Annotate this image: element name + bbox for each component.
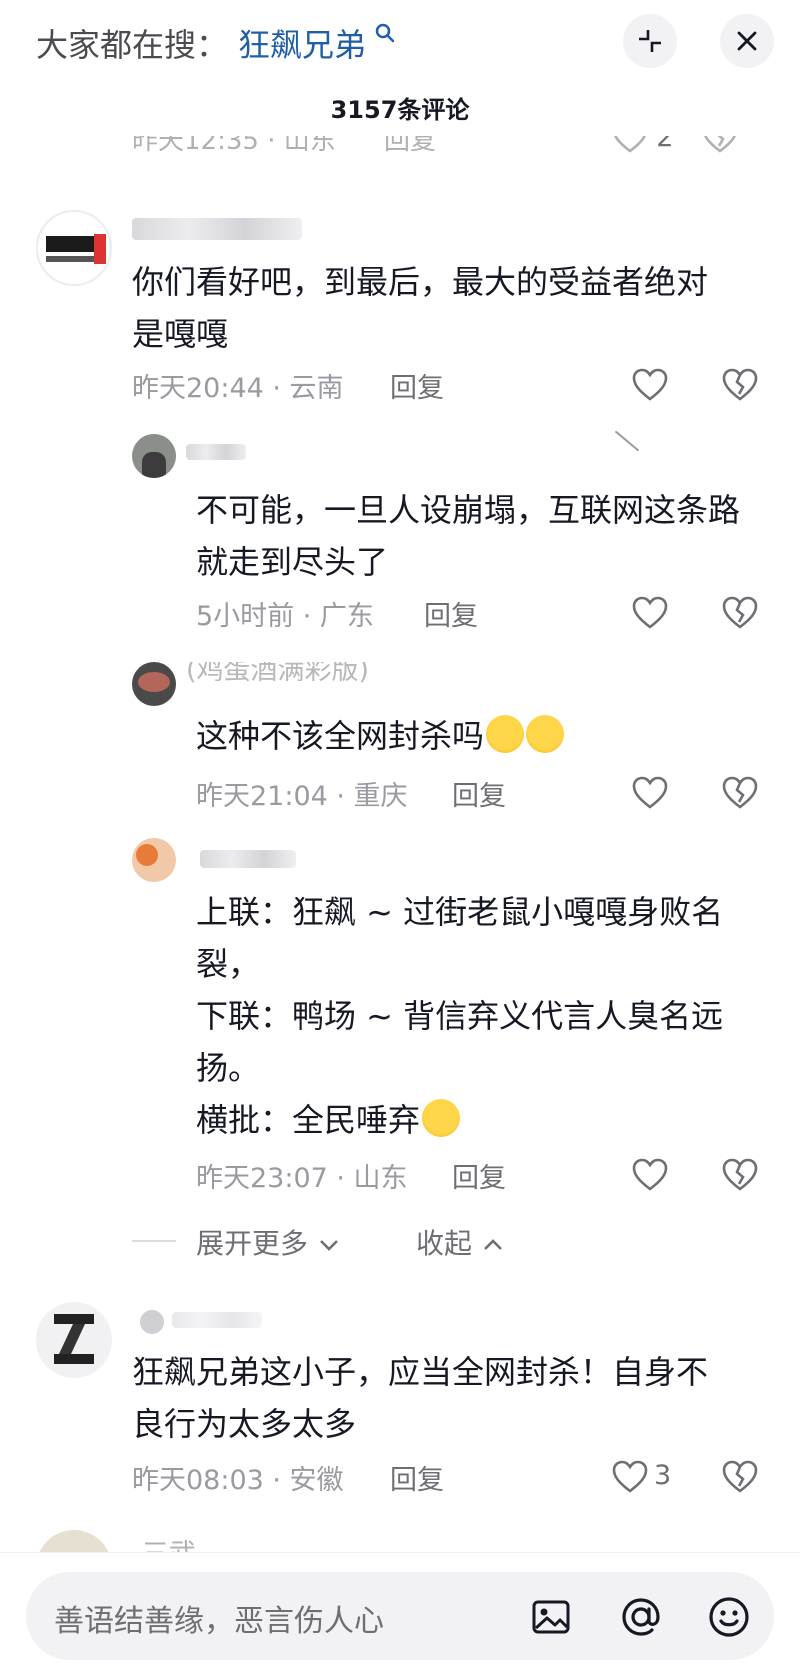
- comment-text: 不可能，一旦人设崩塌，互联网这条路 就走到尽头了: [196, 491, 741, 581]
- broken-heart-icon[interactable]: [722, 776, 758, 810]
- trending-search-term[interactable]: 狂飙兄弟: [238, 20, 366, 66]
- user-badge: [140, 1310, 164, 1334]
- reply-button[interactable]: 回复: [390, 1458, 444, 1497]
- thread-divider: [132, 1240, 176, 1242]
- chevron-down-icon: [320, 1240, 338, 1251]
- broken-heart-icon[interactable]: [722, 1158, 758, 1192]
- heart-icon[interactable]: [632, 368, 668, 402]
- heart-icon[interactable]: [632, 1158, 668, 1192]
- expand-more-button[interactable]: 展开更多: [196, 1222, 341, 1262]
- divider: [614, 430, 640, 452]
- reply-button[interactable]: 回复: [424, 594, 478, 633]
- trending-search-label: 大家都在搜：: [36, 26, 229, 64]
- comment-time-location: 昨天08:03 · 安徽: [132, 1465, 344, 1496]
- partial-comment-meta: 昨天12:35 · 山东 回复 2: [132, 136, 772, 170]
- avatar[interactable]: [36, 210, 112, 286]
- heart-icon[interactable]: [632, 776, 668, 810]
- comment-time-location: 昨天23:07 · 山东: [196, 1163, 408, 1194]
- username-blurred[interactable]: [172, 1312, 262, 1328]
- close-button[interactable]: [720, 14, 774, 68]
- laugh-cry-emoji: [486, 715, 525, 753]
- broken-heart-icon[interactable]: [722, 368, 758, 402]
- at-icon[interactable]: [618, 1594, 664, 1640]
- broken-heart-icon[interactable]: [722, 1460, 758, 1494]
- collapse-icon: [639, 30, 661, 52]
- reply-button[interactable]: 回复: [452, 1156, 506, 1195]
- avatar[interactable]: [132, 434, 176, 478]
- comment-text: 上联：狂飙 ~ 过街老鼠小嘎嘎身败名 裂， 下联：鸭场 ~ 背信弃义代言人臭名远…: [196, 893, 724, 1139]
- comment-text: 你们看好吧，到最后，最大的受益者绝对 是嘎嘎: [132, 263, 709, 353]
- comment-time-location: 昨天12:35 · 山东: [132, 136, 336, 156]
- username-blurred[interactable]: [132, 218, 302, 240]
- reply-button[interactable]: 回复: [384, 136, 436, 156]
- heart-icon[interactable]: [612, 136, 648, 154]
- username-blurred[interactable]: [186, 444, 246, 460]
- like-count: 2: [656, 136, 674, 153]
- heart-icon[interactable]: [612, 1460, 648, 1494]
- comment-count: 3157条评论: [330, 96, 470, 124]
- close-icon: [737, 31, 757, 51]
- heart-icon[interactable]: [632, 596, 668, 630]
- username-blurred[interactable]: [200, 850, 296, 868]
- comment-time-location: 5小时前 · 广东: [196, 601, 374, 632]
- like-count: 3: [654, 1460, 672, 1491]
- username-partial[interactable]: (鸡蛋酒满彩版): [186, 662, 446, 692]
- avatar[interactable]: [36, 1302, 112, 1378]
- emoji-icon[interactable]: [706, 1594, 752, 1640]
- comment-time-location: 昨天20:44 · 云南: [132, 373, 344, 404]
- collapse-replies-button[interactable]: 收起: [416, 1222, 505, 1262]
- avatar[interactable]: [132, 662, 176, 706]
- comment-input-placeholder: 善语结善缘，恶言伤人心: [54, 1604, 384, 1639]
- comment-text: 这种不该全网封杀吗: [196, 710, 565, 762]
- avatar[interactable]: [132, 838, 176, 882]
- image-icon[interactable]: [530, 1596, 572, 1638]
- collapse-button[interactable]: [623, 14, 677, 68]
- search-icon[interactable]: [374, 22, 396, 44]
- reply-button[interactable]: 回复: [390, 366, 444, 405]
- laugh-cry-emoji: [526, 715, 565, 753]
- comment-time-location: 昨天21:04 · 重庆: [196, 781, 408, 812]
- kiss-emoji: [422, 1099, 461, 1137]
- chevron-up-icon: [484, 1239, 502, 1250]
- reply-button[interactable]: 回复: [452, 774, 506, 813]
- comment-text: 狂飙兄弟这小子，应当全网封杀！自身不 良行为太多太多: [132, 1353, 709, 1443]
- broken-heart-icon[interactable]: [722, 596, 758, 630]
- broken-heart-icon[interactable]: [702, 136, 738, 154]
